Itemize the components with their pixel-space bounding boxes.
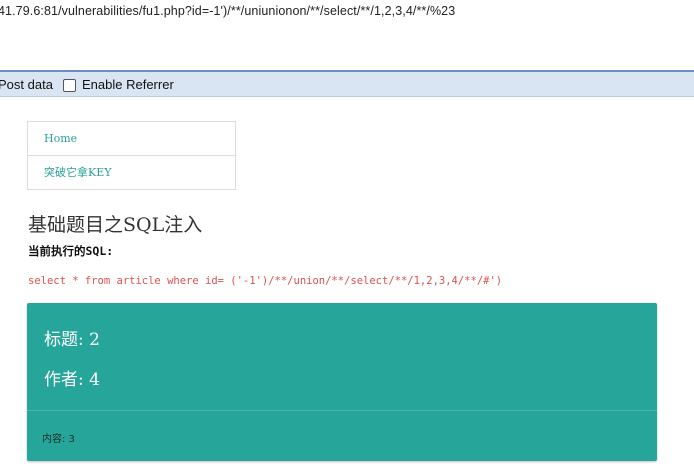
result-panel: 标题: 2 作者: 4 内容: 3 [27,303,657,461]
nav-item-home[interactable]: Home [28,122,235,156]
sql-query: select * from article where id= ('-1')/*… [28,275,503,287]
page-title: 基础题目之SQL注入 [28,214,203,236]
enable-referrer-checkbox[interactable] [63,79,76,92]
address-bar[interactable]: 41.79.6:81/vulnerabilities/fu1.php?id=-1… [0,0,694,70]
sql-label: 当前执行的SQL: [28,244,114,258]
result-title: 标题: 2 [44,330,100,350]
url-text[interactable]: 41.79.6:81/vulnerabilities/fu1.php?id=-1… [0,4,455,18]
post-data-toggle[interactable]: Post data [0,77,53,92]
nav-item-get-key[interactable]: 突破它拿KEY [28,156,235,190]
result-author: 作者: 4 [44,370,100,390]
enable-referrer-label[interactable]: Enable Referrer [82,77,174,92]
nav-list: Home 突破它拿KEY [27,121,236,190]
result-content: 内容: 3 [42,434,75,445]
hackbar-toolbar: Post data Enable Referrer [0,70,694,97]
result-divider [27,410,657,411]
